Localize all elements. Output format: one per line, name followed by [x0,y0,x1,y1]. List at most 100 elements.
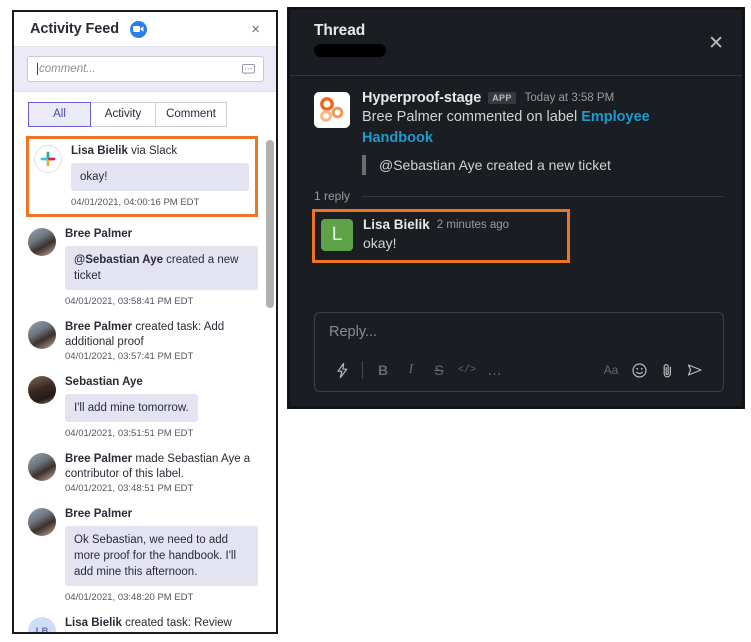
thread-body: Hyperproof-stage APP Today at 3:58 PM Br… [290,76,742,302]
list-item-header: Bree Palmer [65,507,258,522]
list-item[interactable]: Lisa Bielik via Slack okay! 04/01/2021, … [26,136,258,217]
activity-feed-list: Lisa Bielik via Slack okay! 04/01/2021, … [14,136,276,632]
hyperproof-logo-icon [314,92,350,128]
thread-root-body: Hyperproof-stage APP Today at 3:58 PM Br… [362,90,724,175]
message-bubble: I'll add mine tomorrow. [65,394,198,422]
activity-feed-panel: Activity Feed × comment... All Activity … [12,10,278,634]
activity-feed-header: Activity Feed × [14,12,276,47]
message-bubble: okay! [71,163,249,191]
timestamp: 04/01/2021, 03:51:51 PM EDT [65,428,194,439]
strikethrough-icon[interactable]: S [425,358,453,382]
bold-icon[interactable]: B [369,358,397,382]
mention: @Sebastian Aye [74,254,163,266]
attachment-icon[interactable] [653,358,681,382]
list-item-header: Bree Palmer [65,227,258,242]
list-item[interactable]: Bree Palmer created task: Add additional… [28,314,258,369]
code-icon[interactable]: </> [453,358,481,382]
thread-root-message: Hyperproof-stage APP Today at 3:58 PM Br… [314,90,724,175]
slack-logo-icon [34,145,62,173]
italic-icon[interactable]: I [397,358,425,382]
close-icon[interactable]: ✕ [708,34,724,53]
avatar [28,508,56,536]
message-text: Bree Palmer commented on label Employee … [362,107,724,149]
tab-all[interactable]: All [28,102,91,127]
list-item-body: Sebastian Aye I'll add mine tomorrow. 04… [65,375,258,440]
avatar: L [321,219,353,251]
scrollbar-thumb[interactable] [266,140,274,308]
timestamp: 04/01/2021, 04:00:16 PM EDT [71,197,200,208]
message-meta: Hyperproof-stage APP Today at 3:58 PM [362,90,724,106]
scrollbar-track[interactable] [266,136,274,632]
app-badge: APP [488,92,516,104]
message-bubble: @Sebastian Aye created a new ticket [65,246,258,290]
page-title: Activity Feed [30,21,119,37]
author-name: Bree Palmer [65,321,133,333]
timestamp: 04/01/2021, 03:58:41 PM EDT [65,296,194,307]
tab-comment[interactable]: Comment [155,102,227,127]
reply-count[interactable]: 1 reply [314,189,350,203]
author-name: Bree Palmer [65,508,133,520]
author-name: Lisa Bielik [71,145,128,157]
comment-bubble-icon[interactable] [242,63,255,75]
text-format-icon[interactable]: Aa [597,358,625,382]
reply-divider: 1 reply [314,189,724,203]
redacted-channel-name [314,44,386,57]
list-item[interactable]: Bree Palmer made Sebastian Aye a contrib… [28,446,258,501]
emoji-icon[interactable] [625,358,653,382]
author-suffix: via Slack [127,145,178,157]
slack-thread-panel: Thread ✕ Hyperproof-stage APP Today at 3… [287,7,745,409]
reply-composer[interactable]: Reply... B I S </> … Aa [314,312,724,392]
author-name: Hyperproof-stage [362,90,482,106]
list-item-header: Bree Palmer made Sebastian Aye a contrib… [65,452,258,482]
list-item[interactable]: Bree Palmer @Sebastian Aye created a new… [28,221,258,314]
reply-input-placeholder[interactable]: Reply... [315,313,723,358]
message-attachment: @Sebastian Aye created a new ticket [362,155,724,175]
shortcuts-icon[interactable] [328,358,356,382]
message-text-prefix: Bree Palmer commented on label [362,109,582,125]
list-item-header: Lisa Bielik created task: Review handboo… [65,616,258,632]
list-item[interactable]: LB Lisa Bielik created task: Review hand… [28,610,258,632]
author-name: Bree Palmer [65,453,133,465]
avatar [28,376,56,404]
list-item[interactable]: Sebastian Aye I'll add mine tomorrow. 04… [28,369,258,446]
author-name: Bree Palmer [65,228,133,240]
activity-feed-scroll-area[interactable]: Lisa Bielik via Slack okay! 04/01/2021, … [14,136,276,632]
timestamp: Today at 3:58 PM [524,92,615,104]
tab-activity[interactable]: Activity [90,102,156,127]
author-name: Sebastian Aye [65,376,143,388]
message-bubble: Ok Sebastian, we need to add more proof … [65,526,258,586]
author-name: Lisa Bielik [363,217,430,232]
send-icon[interactable] [681,358,709,382]
avatar: LB [28,617,56,632]
more-formatting-icon[interactable]: … [481,358,509,382]
comment-input[interactable]: comment... [27,56,264,82]
timestamp: 04/01/2021, 03:57:41 PM EDT [65,351,194,362]
list-item[interactable]: Bree Palmer Ok Sebastian, we need to add… [28,501,258,610]
toolbar-divider [362,361,363,379]
video-camera-icon[interactable] [129,20,147,38]
list-item-body: Bree Palmer @Sebastian Aye created a new… [65,227,258,308]
thread-title: Thread [314,22,366,39]
reply-row: L Lisa Bielik 2 minutes ago okay! [321,217,559,253]
list-item-header: Sebastian Aye [65,375,258,390]
reply-meta: Lisa Bielik 2 minutes ago [363,217,559,232]
filter-tabs: All Activity Comment [14,92,276,136]
list-item-body: Lisa Bielik via Slack okay! 04/01/2021, … [71,144,249,209]
list-item-body: Bree Palmer created task: Add additional… [65,320,258,363]
thread-header: Thread ✕ [290,10,742,76]
list-item-header: Lisa Bielik via Slack [71,144,249,159]
reply-body: Lisa Bielik 2 minutes ago okay! [363,217,559,253]
thread-reply-message[interactable]: L Lisa Bielik 2 minutes ago okay! [312,209,570,263]
list-item-body: Lisa Bielik created task: Review handboo… [65,616,258,632]
avatar [28,453,56,481]
comment-input-placeholder: comment... [37,63,96,75]
author-name: Lisa Bielik [65,617,122,629]
message-text: okay! [363,235,397,251]
list-item-body: Bree Palmer made Sebastian Aye a contrib… [65,452,258,495]
timestamp: 04/01/2021, 03:48:51 PM EDT [65,483,194,494]
timestamp: 2 minutes ago [436,218,510,231]
timestamp: 04/01/2021, 03:48:20 PM EDT [65,592,194,603]
composer-toolbar: B I S </> … Aa [315,358,723,391]
avatar [28,228,56,256]
close-icon[interactable]: × [249,20,262,39]
